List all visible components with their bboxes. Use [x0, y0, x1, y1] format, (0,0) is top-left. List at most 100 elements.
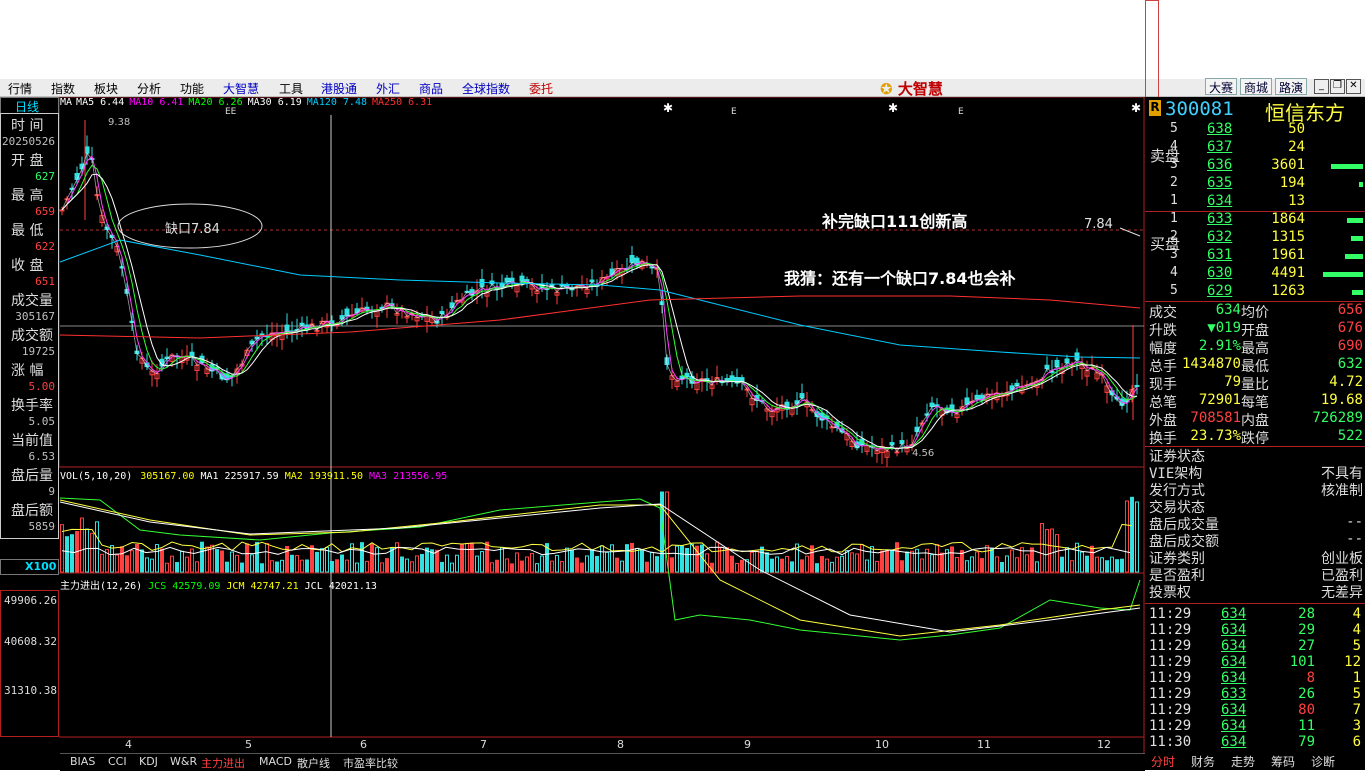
volume-bar — [840, 555, 844, 573]
indicator-tab[interactable]: KDJ — [139, 755, 158, 768]
roadshow-button[interactable]: 路演 — [1275, 78, 1308, 95]
quote-tab[interactable]: 分时 — [1151, 753, 1175, 770]
quote-tab[interactable]: 走势 — [1231, 753, 1255, 770]
volume-bar — [500, 546, 504, 573]
stat-row: 总笔 72901 每笔 19.68 — [1145, 392, 1365, 411]
menu-item[interactable]: 港股通 — [321, 80, 357, 97]
menu-item[interactable]: 分析 — [137, 80, 161, 97]
volume-bar — [125, 555, 129, 573]
stat-label: 幅度 — [1149, 341, 1177, 357]
candlestick — [1064, 358, 1070, 364]
tick-volume: 11 — [1298, 718, 1315, 734]
info-value: 651 — [35, 275, 55, 288]
candlestick — [354, 308, 360, 314]
volume-bar — [265, 543, 269, 573]
period-selector[interactable]: 日线 — [0, 97, 59, 114]
menu-item[interactable]: 大智慧 — [223, 80, 259, 97]
restore-icon[interactable]: ❐ — [1330, 79, 1345, 94]
volume-bar — [505, 558, 509, 573]
event-mark[interactable]: EE — [225, 107, 236, 117]
volume-bar — [490, 562, 494, 573]
tick-row: 11:30 634 79 6 — [1145, 734, 1365, 752]
volume-bar — [460, 543, 464, 573]
event-mark[interactable]: E — [958, 107, 964, 117]
candlestick — [729, 375, 735, 381]
volume-bar — [180, 550, 184, 573]
buy-row[interactable]: 2 632 1315 — [1145, 229, 1365, 247]
menu-item[interactable]: 工具 — [279, 80, 303, 97]
contest-button[interactable]: 大赛 — [1205, 78, 1238, 95]
stat-label: 成交 — [1149, 305, 1177, 321]
volume-bar — [790, 561, 794, 573]
menu-item[interactable]: 全球指数 — [462, 80, 510, 97]
quote-tab[interactable]: 诊断 — [1311, 753, 1335, 770]
indicator-tab[interactable]: 主力进出 — [201, 755, 245, 771]
tick-time: 11:29 — [1149, 622, 1192, 638]
quote-tab[interactable]: 筹码 — [1271, 753, 1295, 770]
minimize-icon[interactable]: _ — [1314, 79, 1329, 94]
sell-row[interactable]: 2 635 194 — [1145, 175, 1365, 193]
stat-value: 656 — [1337, 302, 1363, 318]
buy-row[interactable]: 4 630 4491 — [1145, 265, 1365, 283]
menu-item[interactable]: 指数 — [51, 80, 75, 97]
menu-item[interactable]: 板块 — [94, 80, 118, 97]
sell-row[interactable]: 1 634 13 — [1145, 193, 1365, 211]
menu-item[interactable]: 外汇 — [376, 80, 400, 97]
indicator-tab[interactable]: CCI — [108, 755, 127, 768]
menu-item[interactable]: 行情 — [8, 80, 32, 97]
quote-tab[interactable]: 财务 — [1191, 753, 1215, 770]
stat-label: 最高 — [1241, 341, 1269, 357]
level: 4 — [1170, 139, 1178, 154]
indicator-tab[interactable]: BIAS — [70, 755, 95, 768]
volume-bar — [575, 557, 579, 573]
sell-row[interactable]: 4 637 24 — [1145, 139, 1365, 157]
volume-bar — [1010, 549, 1014, 573]
volume-bar — [280, 559, 284, 573]
info-label: 换手率 — [11, 398, 53, 414]
indicator-tab[interactable]: 市盈率比较 — [343, 755, 398, 771]
volume-bar — [1085, 555, 1089, 573]
menu-item[interactable]: 功能 — [180, 80, 204, 97]
volume-bar — [640, 549, 644, 573]
x-tick-label: 9 — [744, 738, 751, 751]
sell-row[interactable]: 5 638 50 — [1145, 121, 1365, 139]
volume-bar — [815, 563, 819, 573]
sell-row[interactable]: 3 636 3601 — [1145, 157, 1365, 175]
tick-volume: 79 — [1298, 734, 1315, 750]
buy-row[interactable]: 1 633 1864 — [1145, 211, 1365, 229]
volume-bar — [295, 555, 299, 573]
stock-code: 300081 — [1165, 98, 1234, 120]
buy-row[interactable]: 3 631 1961 — [1145, 247, 1365, 265]
depth-bar — [1351, 290, 1363, 295]
volume-bar — [95, 521, 99, 573]
tick-time: 11:29 — [1149, 686, 1192, 702]
menu-item[interactable]: 委托 — [529, 80, 553, 97]
volume-bar — [130, 550, 134, 573]
volume-legend-item: MA1 225917.59 — [200, 471, 279, 482]
menu-item[interactable]: 商品 — [419, 80, 443, 97]
volume-bar — [560, 561, 564, 573]
price: 632 — [1207, 229, 1233, 245]
info-value: 19725 — [21, 345, 55, 358]
tick-time: 11:29 — [1149, 670, 1192, 686]
close-icon[interactable]: ✕ — [1346, 79, 1361, 94]
event-mark[interactable]: E — [731, 107, 737, 117]
stat-value: 79 — [1224, 374, 1241, 390]
volume-bar — [670, 557, 674, 573]
indicator-tab[interactable]: 散户线 — [297, 755, 330, 771]
mall-button[interactable]: 商城 — [1240, 78, 1273, 95]
chart-canvas[interactable] — [0, 97, 1145, 770]
depth-bar — [1323, 272, 1363, 277]
ma-prefix: MA — [60, 97, 73, 108]
tick-price: 634 — [1221, 734, 1247, 750]
info-label: 成交额 — [11, 328, 53, 344]
volume-bar — [620, 560, 624, 573]
indicator-tab[interactable]: W&R — [170, 755, 197, 768]
axis-tick: 49906.26 — [4, 594, 57, 607]
volume-bar — [615, 557, 619, 573]
indicator-tab[interactable]: MACD — [259, 755, 292, 768]
depth-bar — [1331, 164, 1363, 169]
volume-bar — [935, 543, 939, 573]
volume-bar — [270, 560, 274, 573]
buy-row[interactable]: 5 629 1263 — [1145, 283, 1365, 301]
